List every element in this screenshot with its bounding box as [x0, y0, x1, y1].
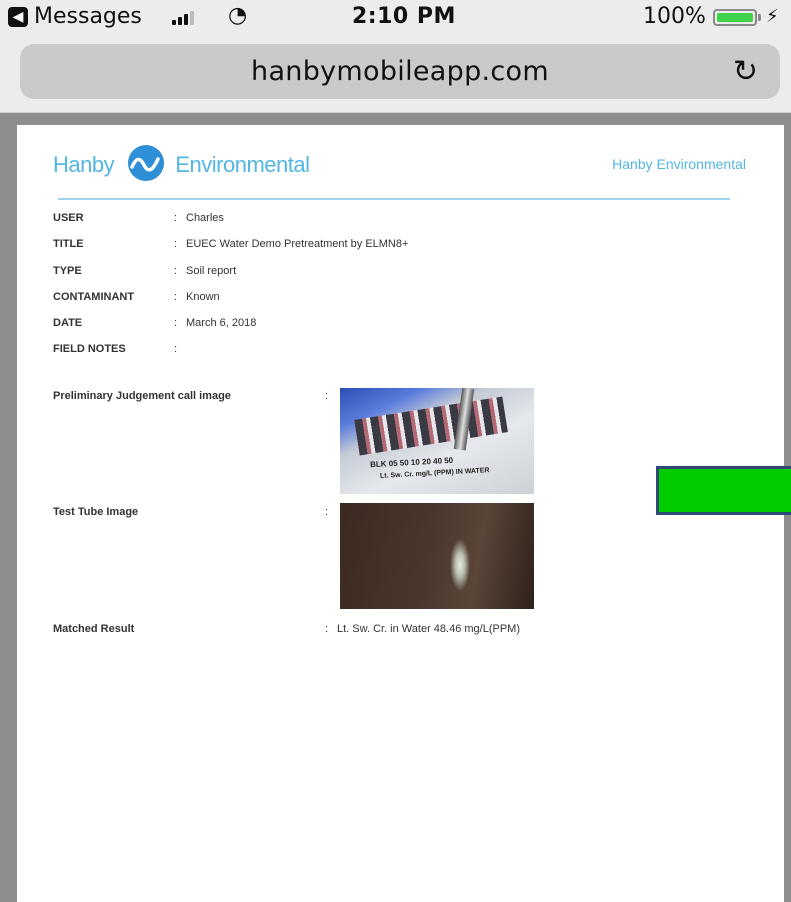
logo-text-left: Hanby	[53, 151, 115, 177]
battery-icon	[713, 9, 757, 26]
clock: 2:10 PM	[352, 4, 456, 29]
field-value: Soil report	[186, 265, 237, 277]
status-bar: ◀ Messages ◔ 2:10 PM 100% ⚡	[0, 0, 791, 34]
field-value: Known	[186, 291, 220, 303]
header-divider	[58, 198, 730, 200]
reload-icon[interactable]: ↻	[733, 44, 758, 99]
photo-scale-text: BLK 05 50 10 20 40 50	[369, 455, 454, 470]
logo-text-right: Environmental	[175, 151, 310, 177]
test-tube-label: Test Tube Image	[53, 506, 139, 518]
preliminary-judgement-image: BLK 05 50 10 20 40 50 Lt. Sw. Cr. mg/L (…	[340, 388, 534, 494]
field-label: TITLE	[53, 238, 84, 250]
header-company: Hanby Environmental	[612, 156, 746, 172]
charging-bolt-icon: ⚡	[766, 6, 779, 27]
hanby-logo: Hanby Environmental	[53, 145, 310, 181]
matched-result-label: Matched Result	[53, 623, 135, 635]
test-tube-image	[340, 503, 534, 609]
field-label: DATE	[53, 317, 83, 329]
wave-logo-icon	[127, 145, 164, 181]
field-value: Charles	[186, 212, 224, 224]
url-text[interactable]: hanbymobileapp.com	[20, 44, 780, 99]
browser-toolbar: hanbymobileapp.com ↻	[0, 34, 791, 113]
matched-result-value: Lt. Sw. Cr. in Water 48.46 mg/L(PPM)	[337, 623, 520, 635]
battery-percent: 100%	[643, 4, 706, 29]
field-label: FIELD NOTES	[53, 343, 126, 355]
back-app-label[interactable]: Messages	[34, 2, 142, 32]
back-to-app-icon[interactable]: ◀	[8, 7, 28, 27]
green-overlay-box[interactable]	[656, 466, 791, 515]
wifi-icon: ◔	[228, 3, 248, 28]
field-label: TYPE	[53, 265, 82, 277]
photo-caption-text: Lt. Sw. Cr. mg/L (PPM) IN WATER	[379, 467, 490, 480]
field-value: March 6, 2018	[186, 317, 257, 329]
address-bar[interactable]: hanbymobileapp.com ↻	[20, 44, 780, 99]
preliminary-label: Preliminary Judgement call image	[53, 390, 231, 402]
field-label: CONTAMINANT	[53, 291, 135, 303]
field-label: USER	[53, 212, 84, 224]
field-value: EUEC Water Demo Pretreatment by ELMN8+	[186, 238, 409, 250]
